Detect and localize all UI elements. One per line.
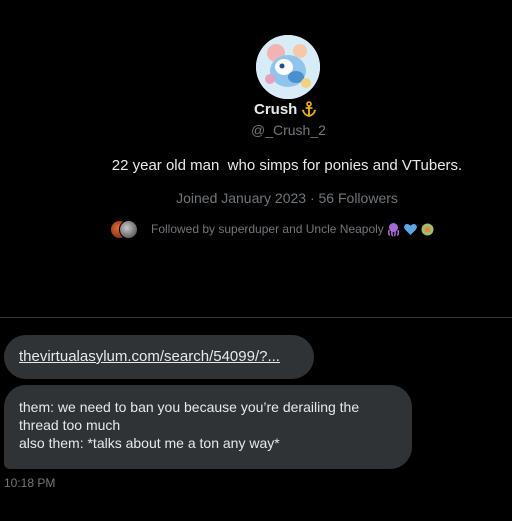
follower-avatar <box>119 220 138 239</box>
profile-joined-followers: Joined January 2023 · 56 Followers <box>176 190 398 206</box>
profile-header: Crush @_Crush_2 22 year old man who simp… <box>0 0 512 300</box>
profile-avatar[interactable] <box>256 35 320 99</box>
blue-heart-emoji <box>403 222 418 237</box>
message-line: also them: *talks about me a ton any way… <box>19 435 280 451</box>
followed-by-text: Followed by superduper and Uncle Neapoly <box>151 222 384 236</box>
profile-bio: 22 year old man who simps for ponies and… <box>111 157 463 174</box>
message-timestamp: 10:18 PM <box>4 476 56 490</box>
follower-avatars <box>110 219 140 239</box>
display-name[interactable]: Crush <box>254 101 297 118</box>
message-line: them: we need to ban you because you’re … <box>19 399 360 415</box>
message-bubble-link: thevirtualasylum.com/search/54099/?... <box>4 335 314 379</box>
message-link[interactable]: thevirtualasylum.com/search/54099/?... <box>19 348 280 365</box>
message-line: thread too much <box>19 417 121 433</box>
followed-by-row[interactable]: Followed by superduper and Uncle Neapoly <box>110 219 435 239</box>
dm-conversation-page: Crush @_Crush_2 22 year old man who simp… <box>0 0 512 521</box>
orb-emoji <box>420 222 435 237</box>
profile-handle[interactable]: @_Crush_2 <box>251 122 326 138</box>
message-bubble-text: them: we need to ban you because you’re … <box>4 385 412 469</box>
divider <box>0 317 512 318</box>
anchor-icon <box>300 100 318 118</box>
name-row: Crush <box>254 99 318 119</box>
octopus-emoji <box>386 222 401 237</box>
